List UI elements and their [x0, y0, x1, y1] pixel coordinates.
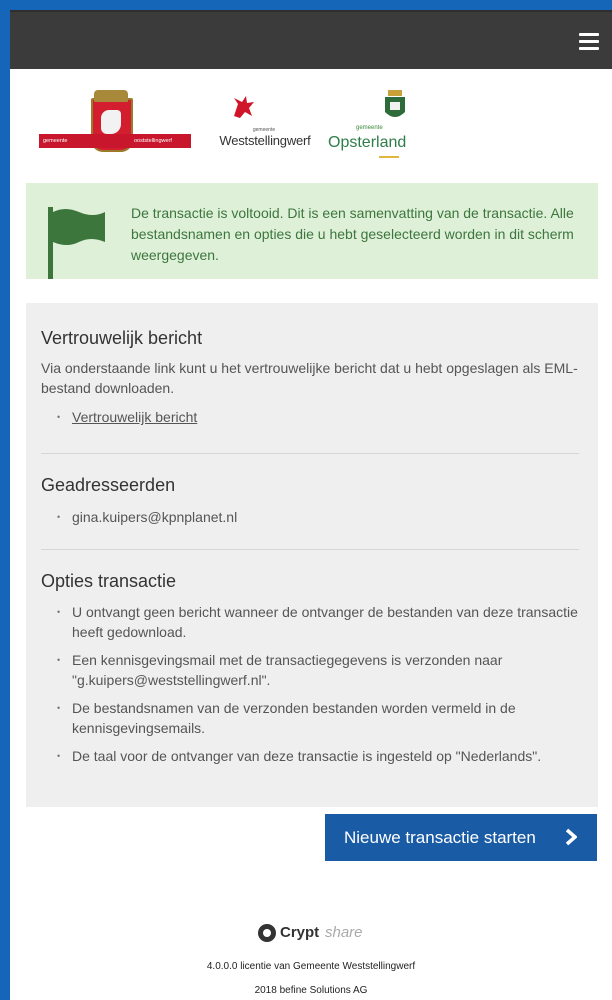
oost-logo-right-text: ooststellingwerf	[134, 138, 172, 144]
oost-logo-left-text: gemeente	[43, 138, 68, 144]
crown-icon	[94, 90, 128, 102]
section-description: Via onderstaande link kunt u het vertrou…	[41, 360, 578, 396]
confidential-message-section: Vertrouwelijk bericht Via onderstaande l…	[41, 328, 579, 427]
opsterland-logo: gemeente Opsterland	[328, 90, 438, 165]
municipality-logos: gemeente ooststellingwerf gemeente Wests…	[37, 90, 457, 170]
cryptshare-icon	[258, 924, 276, 942]
transaction-options-section: Opties transactie U ontvangt geen berich…	[41, 571, 579, 766]
opst-logo-small-text: gemeente	[356, 125, 383, 131]
divider	[41, 453, 579, 454]
option-item: De bestandsnamen van de verzonden bestan…	[57, 698, 579, 738]
option-item: U ontvangt geen bericht wanneer de ontva…	[57, 602, 579, 642]
new-transaction-label: Nieuwe transactie starten	[344, 827, 536, 847]
weststellingwerf-logo: gemeente Weststellingwerf	[205, 92, 323, 162]
brand-light-text: share	[325, 924, 363, 941]
app-frame: gemeente ooststellingwerf gemeente Wests…	[10, 10, 612, 1000]
copyright-text: 2018 befine Solutions AG	[254, 985, 368, 996]
divider	[41, 549, 579, 550]
opst-logo-text: Opsterland	[328, 134, 407, 151]
section-title: Vertrouwelijk bericht	[41, 328, 203, 348]
success-alert: De transactie is voltooid. Dit is een sa…	[26, 183, 598, 279]
option-item: De taal voor de ontvanger van deze trans…	[57, 746, 579, 766]
new-transaction-button[interactable]: Nieuwe transactie starten	[325, 814, 597, 861]
summary-panel: Vertrouwelijk bericht Via onderstaande l…	[26, 303, 598, 807]
dragon-icon	[234, 96, 254, 118]
chevron-right-icon	[565, 828, 577, 846]
cryptshare-logo: Crypt share	[258, 922, 378, 946]
recipient-item: gina.kuipers@kpnplanet.nl	[57, 507, 579, 527]
recipients-section: Geadresseerden gina.kuipers@kpnplanet.nl	[41, 475, 579, 527]
menu-icon[interactable]	[579, 33, 599, 50]
brand-bold-text: Crypt	[280, 924, 320, 941]
ooststellingwerf-logo: gemeente ooststellingwerf	[39, 90, 191, 160]
top-bar	[10, 10, 612, 69]
license-text: 4.0.0.0 licentie van Gemeente Weststelli…	[206, 961, 416, 972]
section-title: Geadresseerden	[41, 475, 176, 495]
confidential-message-link[interactable]: Vertrouwelijk bericht	[72, 409, 197, 425]
section-title: Opties transactie	[41, 571, 177, 591]
list-item: Vertrouwelijk bericht	[57, 407, 579, 427]
option-item: Een kennisgevingsmail met de transactieg…	[57, 650, 579, 690]
opsterland-crest-icon	[385, 90, 405, 117]
west-logo-text: Weststellingwerf	[219, 133, 311, 148]
flag-icon	[53, 209, 105, 245]
alert-message: De transactie is voltooid. Dit is een sa…	[131, 205, 574, 263]
